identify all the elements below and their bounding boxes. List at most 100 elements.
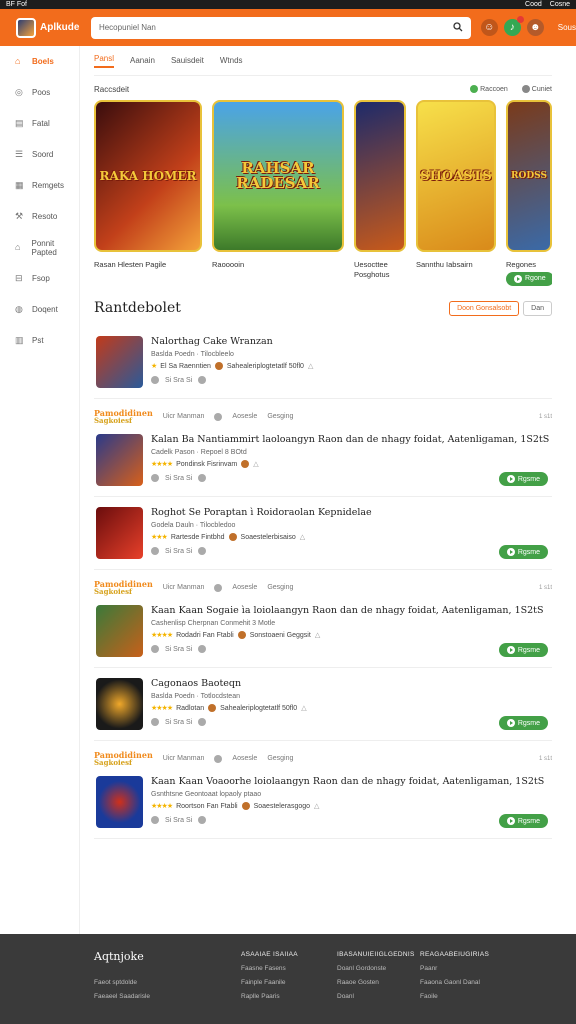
- game-entry[interactable]: Nalorthag Cake Wranzan Baslda Poedn · Til…: [94, 326, 552, 398]
- game-banner-image[interactable]: [354, 100, 406, 252]
- game-entry[interactable]: Roghot Se Poraptan ì Roidoraolan Kepnide…: [94, 497, 552, 569]
- footer-link[interactable]: Raaoe Gosten: [337, 976, 415, 990]
- game-title[interactable]: Roghot Se Poraptan ì Roidoraolan Kepnide…: [151, 507, 552, 518]
- card-play-button[interactable]: Rgone: [506, 271, 552, 286]
- share-icon[interactable]: [198, 718, 207, 726]
- play-button[interactable]: Rgsme: [498, 814, 548, 828]
- footer-link[interactable]: Paanr: [420, 962, 489, 976]
- game-entry[interactable]: Cagonaos Baoteqn Baslda Poedn · Totlocdst…: [94, 668, 552, 740]
- circle-icon: ◍: [15, 304, 23, 314]
- featured-card[interactable]: SHOASTS Sannthu Iabsairn: [416, 100, 496, 270]
- sidebar-item[interactable]: ▦ Remgets: [0, 170, 79, 201]
- game-banner-image[interactable]: RAKA HOMER: [94, 100, 202, 252]
- game-entry[interactable]: Kaan Kaan Voaoorhe loiolaangyn Raon dan …: [94, 766, 552, 838]
- sidebar-item[interactable]: ▤ Fatal: [0, 108, 79, 139]
- button-label: Rgsme: [517, 548, 540, 556]
- publisher-brand[interactable]: Pamodidinen Sagkoiesf: [94, 751, 153, 766]
- footer-link[interactable]: Raplle Paaris: [241, 990, 298, 1004]
- game-info: Kalan Ba Nantiammirt laoloangyn Raon dan…: [151, 434, 552, 486]
- featured-action-2[interactable]: Cuniet: [521, 85, 552, 93]
- footer-link[interactable]: Faoile: [420, 990, 489, 1004]
- sidebar-item[interactable]: ⊟ Fsop: [0, 263, 79, 294]
- share-icon[interactable]: [198, 376, 207, 384]
- tab[interactable]: Pansl: [94, 54, 115, 68]
- play-button[interactable]: Rgsme: [498, 545, 548, 559]
- search-input[interactable]: Hecopuniel Nan: [99, 23, 447, 32]
- rating-text: Rodadri Fan Ftabli: [176, 631, 234, 639]
- featured-carousel[interactable]: RAKA HOMER Rasan Hlesten Pagile RAHSAR RAD…: [94, 100, 552, 290]
- game-thumbnail[interactable]: [96, 434, 143, 486]
- game-title[interactable]: Kaan Kaan Sogaie ìa loiolaangyn Raon dan…: [151, 605, 552, 616]
- game-title[interactable]: Kaan Kaan Voaoorhe loiolaangyn Raon dan …: [151, 776, 552, 787]
- share-icon[interactable]: [198, 816, 207, 824]
- game-banner-image[interactable]: RODSS: [506, 100, 552, 252]
- game-banner-image[interactable]: RAHSAR RADESAR: [212, 100, 344, 252]
- notification-icon[interactable]: ♪: [503, 16, 524, 36]
- featured-card[interactable]: RODSS Regones Rgone: [506, 100, 552, 286]
- game-title[interactable]: Cagonaos Baoteqn: [151, 678, 552, 689]
- game-row: Pamodidinen Sagkoiesf Uicr Manman Aosesle Ge…: [94, 570, 552, 668]
- profile-avatar-icon[interactable]: ☻: [526, 19, 544, 36]
- game-title[interactable]: Kalan Ba Nantiammirt laoloangyn Raon dan…: [151, 434, 552, 445]
- publisher-user[interactable]: Uicr Manman: [163, 413, 205, 420]
- footer-link[interactable]: Doanl Gordonste: [337, 962, 415, 976]
- publisher-user[interactable]: Uicr Manman: [163, 584, 205, 591]
- section-secondary-button[interactable]: Dan: [523, 300, 552, 316]
- footer-link[interactable]: Faeot sptdolde: [94, 976, 150, 990]
- footer-link[interactable]: Doanl: [337, 990, 415, 1004]
- game-stats: Si Sra Si: [151, 376, 552, 384]
- section-primary-button[interactable]: Doon Gonsalsobt: [449, 300, 520, 316]
- featured-card[interactable]: RAHSAR RADESAR Raooooin: [212, 100, 344, 270]
- post-time: 1 s1t: [538, 755, 552, 762]
- sidebar-item[interactable]: ⚒ Resoto: [0, 201, 79, 232]
- warning-icon: △: [299, 534, 306, 541]
- featured-card[interactable]: RAKA HOMER Rasan Hlesten Pagile: [94, 100, 202, 270]
- sidebar-item[interactable]: ◍ Doqent: [0, 294, 79, 325]
- game-thumbnail[interactable]: [96, 678, 143, 730]
- share-icon[interactable]: [198, 645, 207, 653]
- play-button[interactable]: Rgsme: [498, 643, 548, 657]
- meta-extra: Soaestelerbisaiso: [240, 533, 296, 541]
- footer-link[interactable]: Faasne Fasens: [241, 962, 298, 976]
- rating-stars: ★★★★: [151, 803, 173, 810]
- footer-link[interactable]: Faaona Gaonl Danal: [420, 976, 489, 990]
- tab[interactable]: Wtnds: [220, 56, 243, 65]
- warning-icon: △: [314, 803, 320, 810]
- button-label: Rgsme: [517, 817, 540, 825]
- logo[interactable]: Aplkude: [16, 17, 85, 38]
- search-bar[interactable]: Hecopuniel Nan: [90, 16, 471, 39]
- user-avatar-icon[interactable]: ☺: [480, 19, 498, 36]
- game-thumbnail[interactable]: [96, 336, 143, 388]
- sidebar-item[interactable]: ▥ Pst: [0, 325, 79, 356]
- publisher-user[interactable]: Uicr Manman: [163, 755, 205, 762]
- game-entry[interactable]: Kaan Kaan Sogaie ìa loiolaangyn Raon dan…: [94, 595, 552, 667]
- game-title[interactable]: Nalorthag Cake Wranzan: [151, 336, 552, 347]
- sidebar-item[interactable]: ⌂ Boels: [0, 46, 79, 77]
- featured-action-1[interactable]: Raccoen: [470, 85, 508, 93]
- game-entry[interactable]: Kalan Ba Nantiammirt laoloangyn Raon dan…: [94, 424, 552, 496]
- sidebar-item[interactable]: ☰ Soord: [0, 139, 79, 170]
- game-meta: ★★★★ Rodadri Fan Ftabli Sonstoaeni Geggsit…: [151, 631, 552, 639]
- play-button[interactable]: Rgsme: [498, 716, 548, 730]
- game-banner-image[interactable]: SHOASTS: [416, 100, 496, 252]
- tab[interactable]: Aanain: [130, 56, 155, 65]
- publisher-brand[interactable]: Pamodidinen Sagkoiesf: [94, 580, 153, 595]
- search-icon[interactable]: [453, 21, 463, 34]
- share-icon[interactable]: [198, 474, 207, 482]
- footer-link[interactable]: Faeaeel Saadarisle: [94, 990, 150, 1004]
- featured-card[interactable]: Uesocttee Posghotus: [354, 100, 406, 280]
- footer-link[interactable]: Fainple Faanile: [241, 976, 298, 990]
- tab[interactable]: Sauisdeit: [171, 56, 204, 65]
- stats-text: Si Sra Si: [165, 816, 193, 824]
- publisher-brand[interactable]: Pamodidinen Sagkoiesf: [94, 409, 153, 424]
- sidebar-item-label: Resoto: [32, 212, 58, 221]
- game-thumbnail[interactable]: [96, 605, 143, 657]
- sidebar-item[interactable]: ◎ Poos: [0, 77, 79, 108]
- share-icon[interactable]: [198, 547, 207, 555]
- play-button[interactable]: Rgsme: [498, 472, 548, 486]
- game-thumbnail[interactable]: [96, 776, 143, 828]
- sidebar-item[interactable]: ⌂ Ponnit Papted: [0, 232, 79, 263]
- top-menu-link[interactable]: Sous: [558, 23, 576, 32]
- sidebar-item-label: Poos: [32, 88, 51, 97]
- game-thumbnail[interactable]: [96, 507, 143, 559]
